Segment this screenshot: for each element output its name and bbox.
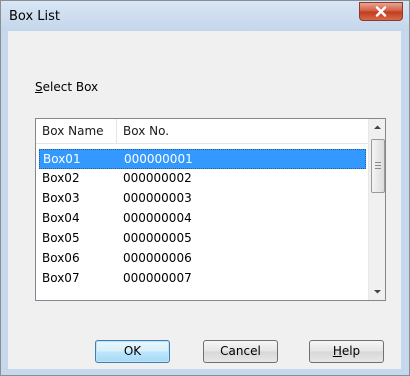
close-button[interactable] xyxy=(359,2,403,21)
box-name-cell: Box04 xyxy=(42,211,80,225)
list-item[interactable]: Box01 000000001 xyxy=(39,149,366,169)
box-name-cell: Box07 xyxy=(42,271,80,285)
column-header-box-no[interactable]: Box No. xyxy=(117,119,369,143)
title-bar[interactable]: Box List xyxy=(1,1,409,31)
select-box-label: Select Box xyxy=(35,80,98,94)
close-icon xyxy=(375,6,387,17)
box-name-cell: Box01 xyxy=(43,152,81,166)
cancel-button[interactable]: Cancel xyxy=(203,340,278,363)
list-item[interactable]: Box06 000000006 xyxy=(36,249,369,269)
column-header-box-name-label: Box Name xyxy=(42,124,104,138)
list-item[interactable]: Box03 000000003 xyxy=(36,189,369,209)
list-item[interactable]: Box05 000000005 xyxy=(36,229,369,249)
ok-button[interactable]: OK xyxy=(95,340,170,363)
scroll-up-button[interactable] xyxy=(369,119,385,136)
box-number-cell: 000000001 xyxy=(124,152,193,166)
box-name-cell: Box02 xyxy=(42,171,80,185)
cancel-button-label: Cancel xyxy=(220,344,261,358)
box-number-cell: 000000004 xyxy=(123,211,192,225)
help-button[interactable]: Help xyxy=(309,340,384,363)
box-name-cell: Box03 xyxy=(42,191,80,205)
box-list[interactable]: Box Name Box No. Box01 000000001 Box02 0… xyxy=(35,118,386,301)
box-number-cell: 000000002 xyxy=(123,171,192,185)
column-header-box-name[interactable]: Box Name xyxy=(36,119,117,143)
help-button-mnemonic: H xyxy=(332,344,342,358)
box-number-cell: 000000007 xyxy=(123,271,192,285)
select-box-label-text: elect Box xyxy=(42,80,99,94)
list-item[interactable]: Box02 000000002 xyxy=(36,169,369,189)
box-number-cell: 000000006 xyxy=(123,251,192,265)
scroll-down-button[interactable] xyxy=(369,283,385,300)
help-button-label: elp xyxy=(341,344,361,358)
window-title: Box List xyxy=(9,9,61,24)
list-item[interactable]: Box07 000000007 xyxy=(36,269,369,289)
box-name-cell: Box06 xyxy=(42,251,80,265)
list-rows: Box01 000000001 Box02 000000002 Box03 00… xyxy=(36,149,369,289)
select-box-mnemonic: S xyxy=(35,80,43,94)
box-number-cell: 000000003 xyxy=(123,191,192,205)
list-header: Box Name Box No. xyxy=(36,119,369,144)
scrollbar-thumb[interactable] xyxy=(371,139,385,193)
chevron-down-icon xyxy=(374,290,381,294)
list-item[interactable]: Box04 000000004 xyxy=(36,209,369,229)
scrollbar-grip xyxy=(375,162,381,171)
column-header-box-no-label: Box No. xyxy=(123,124,170,138)
chevron-up-icon xyxy=(374,125,381,129)
box-number-cell: 000000005 xyxy=(123,231,192,245)
vertical-scrollbar[interactable] xyxy=(368,119,385,300)
ok-button-label: OK xyxy=(123,344,142,358)
box-name-cell: Box05 xyxy=(42,231,80,245)
